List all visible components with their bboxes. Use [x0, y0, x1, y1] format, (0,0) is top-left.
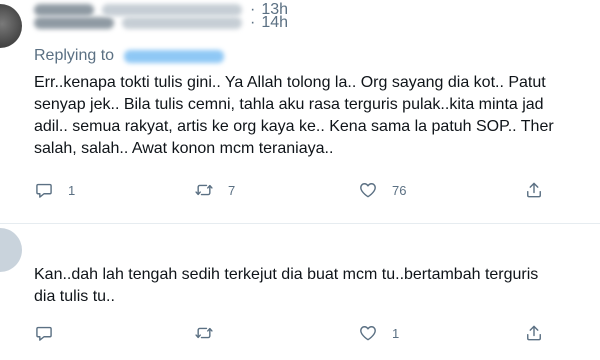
tweet-card[interactable]: · 14h Replying to Err..kenapa tokti tuli… — [0, 0, 600, 222]
speech-bubble-icon — [36, 183, 52, 198]
heart-outline-icon — [360, 183, 376, 198]
tweet-text-line: Kan..dah lah tengah sedih terkejut dia b… — [34, 266, 539, 283]
share-button[interactable] — [524, 323, 544, 343]
tweet-text-line: adil.. semua rakyat, artis ke org kaya k… — [34, 118, 554, 135]
replying-to-label: Replying to — [34, 47, 115, 64]
share-upload-icon — [527, 325, 541, 341]
tweet-text: Err..kenapa tokti tulis gini.. Ya Allah … — [34, 72, 554, 160]
tweet-text-line: Err..kenapa tokti tulis gini.. Ya Allah … — [34, 74, 546, 91]
retweet-button[interactable]: 7 — [194, 180, 235, 200]
tweet-text-line: dia tulis tu.. — [34, 288, 115, 305]
tweet-actions: 1 7 76 — [0, 180, 600, 204]
share-upload-icon — [527, 182, 541, 198]
replying-to-mention-redacted[interactable] — [124, 49, 225, 63]
separator-dot: · — [250, 1, 256, 18]
tweet-text-line: senyap jek.. Bila tulis cemni, tahla aku… — [34, 96, 544, 113]
retweet-count: 7 — [228, 182, 236, 198]
reply-button[interactable] — [34, 323, 68, 343]
like-count: 1 — [392, 325, 400, 341]
retweet-arrows-icon — [195, 327, 213, 339]
username-redacted[interactable] — [102, 4, 242, 16]
reply-button[interactable]: 1 — [34, 180, 75, 200]
tweet-text-line: salah, salah.. Awat konon mcm teraniaya.… — [34, 140, 334, 157]
like-button[interactable]: 76 — [358, 180, 406, 200]
retweet-arrows-icon — [195, 184, 213, 196]
tweet-actions: 1 — [0, 323, 600, 347]
replying-to: Replying to — [34, 45, 225, 67]
like-button[interactable]: 1 — [358, 323, 399, 343]
tweet-text: Kan..dah lah tengah sedih terkejut dia b… — [34, 264, 538, 308]
share-button[interactable] — [524, 180, 544, 200]
reply-count: 1 — [68, 182, 76, 198]
display-name-redacted[interactable] — [34, 4, 94, 16]
speech-bubble-icon — [36, 326, 52, 341]
avatar[interactable] — [0, 228, 22, 272]
timestamp[interactable]: 13h — [261, 1, 288, 19]
avatar[interactable] — [0, 4, 22, 48]
heart-outline-icon — [360, 326, 376, 341]
retweet-button[interactable] — [194, 323, 228, 343]
tweet-header: · 13h — [34, 0, 288, 20]
like-count: 76 — [392, 182, 407, 198]
